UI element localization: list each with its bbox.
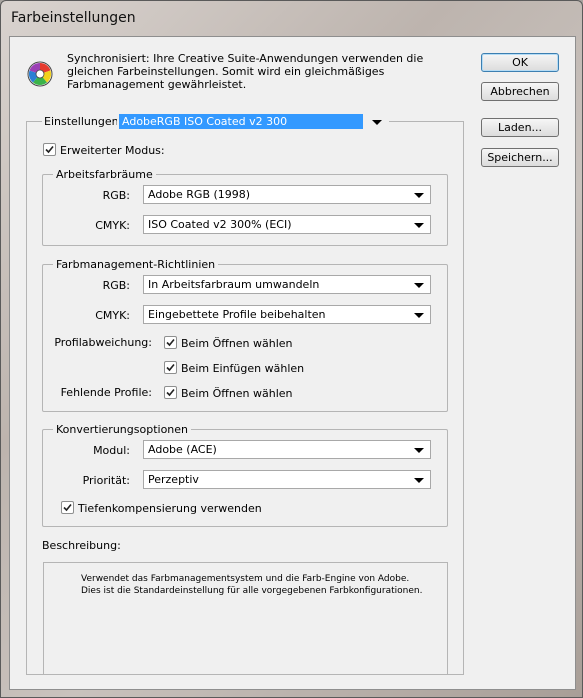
dialog-window: Farbeinstellungen Synchronisiert: Ihre C… <box>0 0 583 698</box>
chevron-down-icon <box>414 478 424 483</box>
chevron-down-icon <box>414 223 424 228</box>
dialog-content: Synchronisiert: Ihre Creative Suite-Anwe… <box>9 36 576 690</box>
module-select[interactable]: Adobe (ACE) <box>143 440 431 459</box>
advanced-mode-label: Erweiterter Modus: <box>60 144 165 157</box>
working-spaces-title: Arbeitsfarbräume <box>53 168 156 181</box>
cancel-button[interactable]: Abbrechen <box>481 82 559 101</box>
black-point-compensation-label: Tiefenkompensierung verwenden <box>78 502 262 515</box>
missing-open-checkbox[interactable] <box>164 386 177 399</box>
policy-rgb-label: RGB: <box>102 279 130 292</box>
checkmark-icon <box>63 503 72 512</box>
mismatch-open-checkbox[interactable] <box>164 336 177 349</box>
priority-select[interactable]: Perzeptiv <box>143 470 431 489</box>
profile-mismatch-label: Profilabweichung: <box>54 336 152 349</box>
mismatch-paste-label: Beim Einfügen wählen <box>181 362 305 375</box>
priority-label: Priorität: <box>82 474 130 487</box>
color-sync-icon <box>27 61 53 87</box>
chevron-down-icon <box>414 283 424 288</box>
checkmark-icon <box>166 363 175 372</box>
description-box: Verwendet das Farbmanagementsystem und d… <box>43 562 448 675</box>
window-title: Farbeinstellungen <box>11 10 136 26</box>
load-button[interactable]: Laden... <box>481 118 559 137</box>
missing-profiles-label: Fehlende Profile: <box>60 386 152 399</box>
color-policies-title: Farbmanagement-Richtlinien <box>53 258 219 271</box>
ws-rgb-select[interactable]: Adobe RGB (1998) <box>143 185 431 204</box>
sync-status-text: Synchronisiert: Ihre Creative Suite-Anwe… <box>67 52 424 91</box>
checkmark-icon <box>166 338 175 347</box>
module-label: Modul: <box>93 444 130 457</box>
mismatch-open-label: Beim Öffnen wählen <box>181 337 293 350</box>
chevron-down-icon <box>414 193 424 198</box>
ws-rgb-label: RGB: <box>102 189 130 202</box>
ws-cmyk-label: CMYK: <box>95 219 130 232</box>
description-text: Verwendet das Farbmanagementsystem und d… <box>81 574 423 596</box>
advanced-mode-checkbox[interactable] <box>43 143 56 156</box>
conversion-options-title: Konvertierungsoptionen <box>53 423 192 436</box>
chevron-down-icon <box>414 448 424 453</box>
checkmark-icon <box>166 388 175 397</box>
description-label: Beschreibung: <box>42 539 121 552</box>
chevron-down-icon <box>414 313 424 318</box>
ws-cmyk-select[interactable]: ISO Coated v2 300% (ECI) <box>143 215 431 234</box>
missing-open-label: Beim Öffnen wählen <box>181 387 293 400</box>
policy-rgb-select[interactable]: In Arbeitsfarbraum umwandeln <box>143 275 431 294</box>
policy-cmyk-select[interactable]: Eingebettete Profile beibehalten <box>143 305 431 324</box>
title-bar[interactable]: Farbeinstellungen <box>1 1 582 35</box>
settings-select[interactable]: AdobeRGB ISO Coated v2 300 <box>117 112 389 131</box>
save-button[interactable]: Speichern... <box>481 148 559 167</box>
checkmark-icon <box>45 145 54 154</box>
chevron-down-icon <box>372 120 382 125</box>
mismatch-paste-checkbox[interactable] <box>164 361 177 374</box>
black-point-compensation-checkbox[interactable] <box>61 501 74 514</box>
settings-label: Einstellungen: <box>42 115 125 128</box>
policy-cmyk-label: CMYK: <box>95 309 130 322</box>
ok-button[interactable]: OK <box>481 53 559 72</box>
